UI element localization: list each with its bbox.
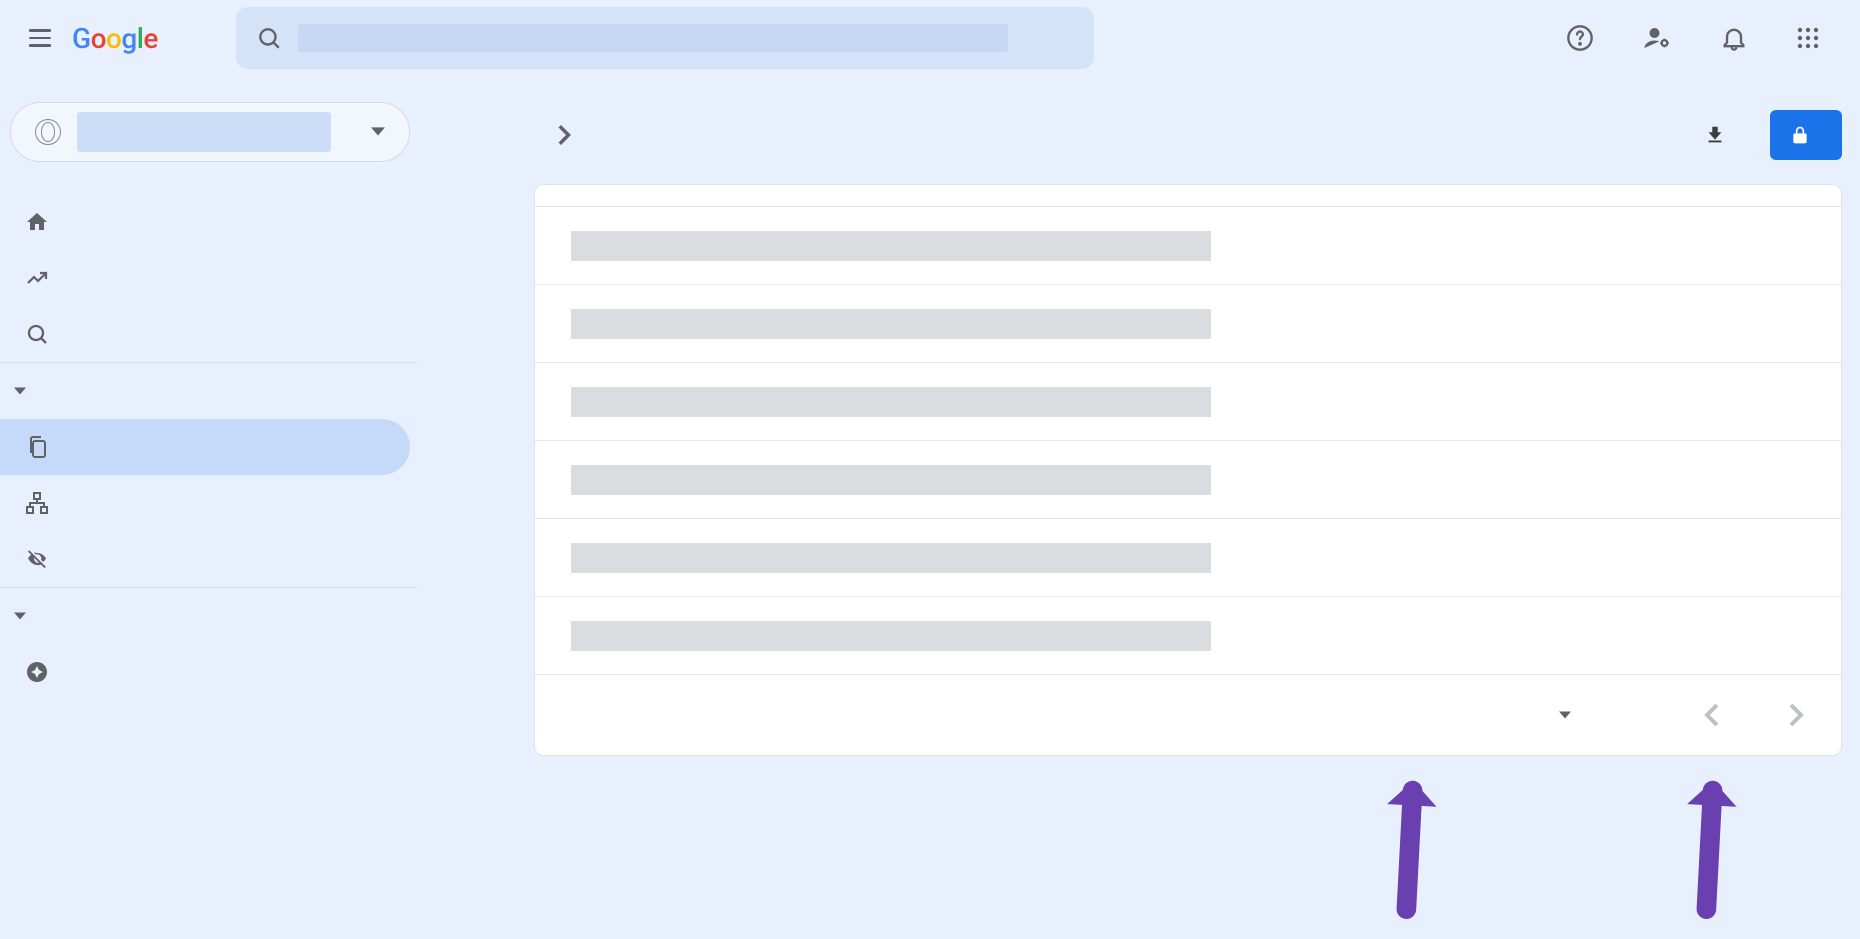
sidebar-item-pages[interactable]	[0, 419, 410, 475]
help-icon[interactable]	[1566, 24, 1594, 52]
next-page-button[interactable]	[1789, 702, 1805, 728]
chevron-down-icon	[1559, 711, 1571, 720]
search-value-redacted	[298, 24, 1008, 52]
search-input[interactable]	[236, 7, 1094, 69]
sidebar-item-page-experience[interactable]	[0, 644, 418, 700]
sidebar-group-experience[interactable]	[0, 588, 418, 644]
table-row[interactable]	[535, 441, 1841, 519]
product-logo[interactable]: Google	[72, 22, 166, 55]
visibility-off-icon	[22, 547, 52, 571]
home-icon	[22, 210, 52, 234]
property-name-redacted	[77, 112, 331, 152]
chevron-down-icon	[14, 612, 26, 621]
table-row[interactable]	[535, 363, 1841, 441]
prev-page-button[interactable]	[1703, 702, 1719, 728]
sidebar	[0, 76, 418, 877]
table-row[interactable]	[535, 519, 1841, 597]
search-icon	[22, 322, 52, 346]
annotation-arrow	[1611, 741, 1809, 939]
chevron-down-icon	[14, 387, 26, 396]
url-redacted	[571, 543, 1211, 573]
manage-users-icon[interactable]	[1642, 23, 1672, 53]
results-table-card	[534, 184, 1842, 756]
search-icon	[256, 25, 282, 51]
sidebar-item-sitemaps[interactable]	[0, 475, 418, 531]
table-row[interactable]	[535, 285, 1841, 363]
download-icon	[1704, 124, 1726, 146]
table-row[interactable]	[535, 207, 1841, 285]
main-content	[534, 100, 1842, 756]
sidebar-item-removals[interactable]	[0, 531, 418, 587]
sidebar-item-performance[interactable]	[0, 250, 418, 306]
annotation-arrow	[1311, 741, 1509, 939]
top-bar: Google	[0, 0, 1860, 76]
property-selector[interactable]	[10, 102, 410, 162]
url-redacted	[571, 231, 1211, 261]
url-redacted	[571, 621, 1211, 651]
sidebar-group-indexing[interactable]	[0, 363, 418, 419]
sitemap-icon	[22, 491, 52, 515]
notifications-icon[interactable]	[1720, 24, 1748, 52]
google-wordmark: Google	[72, 22, 158, 55]
chevron-down-icon	[371, 127, 385, 137]
apps-icon[interactable]	[1796, 26, 1820, 50]
sidebar-item-overview[interactable]	[0, 194, 418, 250]
lock-icon	[1790, 123, 1810, 147]
topbar-actions	[1566, 23, 1844, 53]
export-button[interactable]	[1704, 124, 1740, 146]
share-button[interactable]	[1770, 110, 1842, 160]
sidebar-item-url-inspection[interactable]	[0, 306, 418, 362]
trend-icon	[22, 266, 52, 290]
globe-icon	[35, 119, 61, 145]
url-redacted	[571, 309, 1211, 339]
chevron-right-icon	[558, 124, 572, 146]
table-pager	[535, 675, 1841, 755]
hamburger-icon	[29, 29, 51, 47]
url-redacted	[571, 465, 1211, 495]
rows-per-page-select[interactable]	[1537, 711, 1571, 720]
table-row[interactable]	[535, 597, 1841, 675]
compass-icon	[22, 660, 52, 684]
pages-icon	[22, 435, 52, 459]
main-menu-button[interactable]	[16, 14, 64, 62]
url-redacted	[571, 387, 1211, 417]
page-header	[534, 100, 1842, 170]
